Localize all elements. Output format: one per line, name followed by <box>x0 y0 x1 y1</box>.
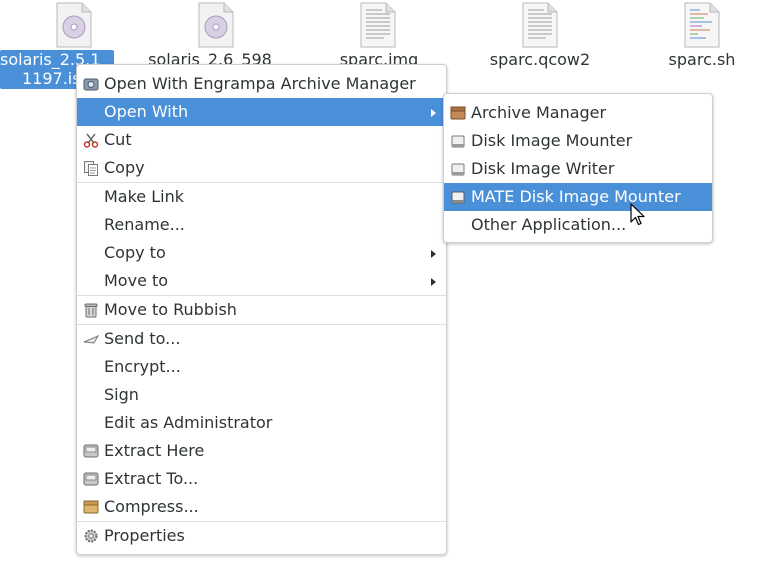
submenu-item-disk-image-mounter[interactable]: Disk Image Mounter <box>444 127 712 155</box>
text-file-icon <box>522 2 558 48</box>
menu-item-open-with[interactable]: Open With <box>77 98 446 126</box>
menu-item-open-with-engrampa[interactable]: Open With Engrampa Archive Manager <box>77 70 446 98</box>
menu-item-extract-to[interactable]: Extract To... <box>77 465 446 493</box>
trash-icon <box>84 303 98 318</box>
drive-icon <box>451 135 465 148</box>
text-file-icon <box>360 2 396 48</box>
open-with-submenu: Archive Manager Disk Image Mounter Disk … <box>443 93 713 243</box>
menu-item-move-to-rubbish[interactable]: Move to Rubbish <box>77 296 446 324</box>
submenu-item-disk-image-writer[interactable]: Disk Image Writer <box>444 155 712 183</box>
menu-item-copy[interactable]: Copy <box>77 154 446 182</box>
submenu-item-mate-disk-image-mounter[interactable]: MATE Disk Image Mounter <box>444 183 712 211</box>
menu-item-encrypt[interactable]: Encrypt... <box>77 353 446 381</box>
file-name: sparc.qcow2 <box>489 50 591 69</box>
extract-icon <box>83 444 99 458</box>
submenu-item-other-application[interactable]: Other Application... <box>444 211 712 239</box>
disc-image-icon <box>198 2 234 48</box>
menu-item-properties[interactable]: Properties <box>77 522 446 550</box>
drive-icon <box>451 163 465 176</box>
menu-item-copy-to[interactable]: Copy to <box>77 239 446 267</box>
submenu-arrow-icon <box>431 278 436 286</box>
submenu-item-archive-manager[interactable]: Archive Manager <box>444 99 712 127</box>
gear-icon <box>84 529 98 543</box>
scissors-icon <box>83 133 99 148</box>
send-icon <box>83 335 99 344</box>
menu-item-sign[interactable]: Sign <box>77 381 446 409</box>
context-menu: Open With Engrampa Archive Manager Open … <box>76 64 447 555</box>
script-file-icon <box>684 2 720 48</box>
extract-icon <box>83 472 99 486</box>
disc-image-icon <box>56 2 92 48</box>
menu-item-make-link[interactable]: Make Link <box>77 183 446 211</box>
menu-item-extract-here[interactable]: Extract Here <box>77 437 446 465</box>
package-icon <box>450 106 466 120</box>
menu-item-cut[interactable]: Cut <box>77 126 446 154</box>
menu-item-move-to[interactable]: Move to <box>77 267 446 295</box>
package-icon <box>83 500 99 514</box>
submenu-arrow-icon <box>431 109 436 117</box>
menu-item-edit-as-admin[interactable]: Edit as Administrator <box>77 409 446 437</box>
menu-item-compress[interactable]: Compress... <box>77 493 446 521</box>
menu-item-send-to[interactable]: Send to... <box>77 325 446 353</box>
file-name: sparc.sh <box>668 50 736 69</box>
archive-manager-icon <box>83 78 99 91</box>
menu-item-rename[interactable]: Rename... <box>77 211 446 239</box>
mouse-pointer-icon <box>630 203 645 226</box>
copy-icon <box>84 161 98 176</box>
submenu-arrow-icon <box>431 250 436 258</box>
drive-icon <box>451 191 465 204</box>
